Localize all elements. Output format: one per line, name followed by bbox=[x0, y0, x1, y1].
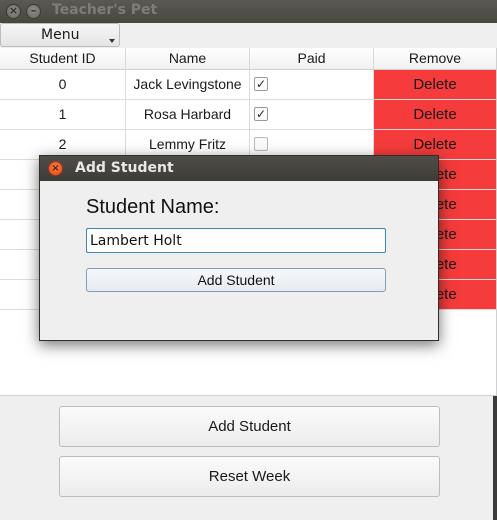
checkmark-icon: ✓ bbox=[255, 77, 267, 91]
dialog-close-icon[interactable]: × bbox=[48, 161, 63, 176]
paid-cell bbox=[250, 100, 374, 129]
column-header-student-id[interactable]: Student ID bbox=[0, 48, 126, 70]
student-name-input[interactable] bbox=[86, 228, 386, 253]
paid-cell bbox=[250, 70, 374, 99]
checkmark-icon: ✓ bbox=[255, 107, 267, 121]
window-title: Teacher's Pet bbox=[52, 2, 158, 18]
student-name-label: Student Name: bbox=[86, 196, 220, 218]
reset-week-button[interactable]: Reset Week bbox=[59, 456, 440, 497]
paid-checkbox[interactable]: ✓ bbox=[254, 77, 268, 91]
window-minimize-icon[interactable]: – bbox=[26, 4, 41, 19]
table-row: 1 Rosa Harbard Delete ✓ bbox=[0, 100, 496, 130]
column-header-paid[interactable]: Paid bbox=[250, 48, 374, 70]
window-close-icon[interactable]: × bbox=[6, 4, 21, 19]
table-header: Student ID Name Paid Remove bbox=[0, 48, 496, 70]
add-student-dialog: × Add Student Student Name: Add Student bbox=[39, 155, 439, 341]
student-name-cell: Rosa Harbard bbox=[126, 100, 250, 129]
menubar: Menu bbox=[0, 23, 497, 47]
student-id-cell: 1 bbox=[0, 100, 126, 129]
window-titlebar: × – Teacher's Pet bbox=[0, 0, 497, 23]
dialog-titlebar: × Add Student bbox=[40, 156, 438, 181]
dialog-add-student-button[interactable]: Add Student bbox=[86, 268, 386, 292]
dialog-title: Add Student bbox=[75, 160, 174, 176]
window-edge bbox=[493, 396, 497, 520]
dropdown-arrow-icon bbox=[109, 39, 115, 43]
student-name-cell: Jack Levingstone bbox=[126, 70, 250, 99]
paid-checkbox[interactable]: ✓ bbox=[254, 107, 268, 121]
column-header-name[interactable]: Name bbox=[126, 48, 250, 70]
menu-button-label: Menu bbox=[41, 27, 80, 43]
paid-checkbox[interactable] bbox=[254, 137, 268, 151]
student-id-cell: 0 bbox=[0, 70, 126, 99]
table-row: 0 Jack Levingstone Delete ✓ bbox=[0, 70, 496, 100]
add-student-button[interactable]: Add Student bbox=[59, 406, 440, 447]
delete-button[interactable]: Delete bbox=[374, 70, 496, 99]
column-header-remove[interactable]: Remove bbox=[374, 48, 496, 70]
menu-button[interactable]: Menu bbox=[0, 23, 120, 47]
delete-button[interactable]: Delete bbox=[374, 100, 496, 129]
